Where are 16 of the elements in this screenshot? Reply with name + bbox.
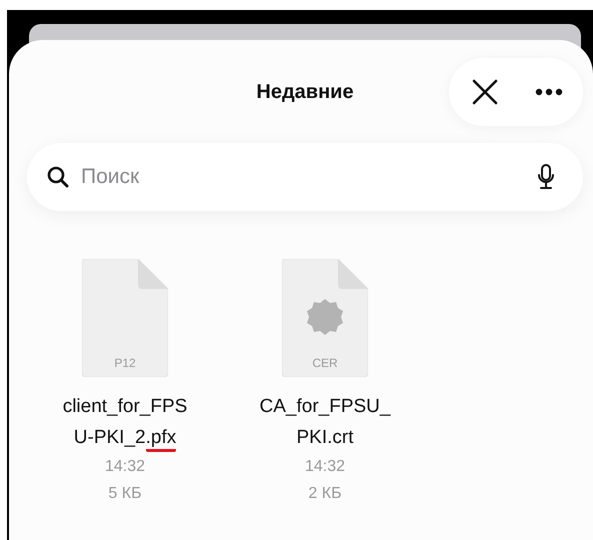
document-file-icon[interactable]: P12 <box>82 259 168 377</box>
file-time: 14:32 <box>304 457 346 477</box>
file-name: client_for_FPS U-PKI_2.pfx <box>62 391 188 453</box>
more-icon <box>535 88 563 96</box>
file-time: 14:32 <box>104 457 146 477</box>
more-button[interactable] <box>535 88 563 96</box>
file-size: 5 КБ <box>108 484 142 504</box>
close-button[interactable] <box>471 78 499 106</box>
sheet-title: Недавние <box>256 80 354 104</box>
microphone-icon <box>537 164 555 190</box>
file-size: 2 КБ <box>308 484 342 504</box>
file-name: CA_for_FPSU_ PKI.crt <box>260 395 390 450</box>
search-input[interactable]: Поиск <box>79 164 527 190</box>
search-icon <box>47 166 69 188</box>
certificate-file-icon[interactable]: CER <box>282 259 368 377</box>
close-icon <box>471 78 499 106</box>
